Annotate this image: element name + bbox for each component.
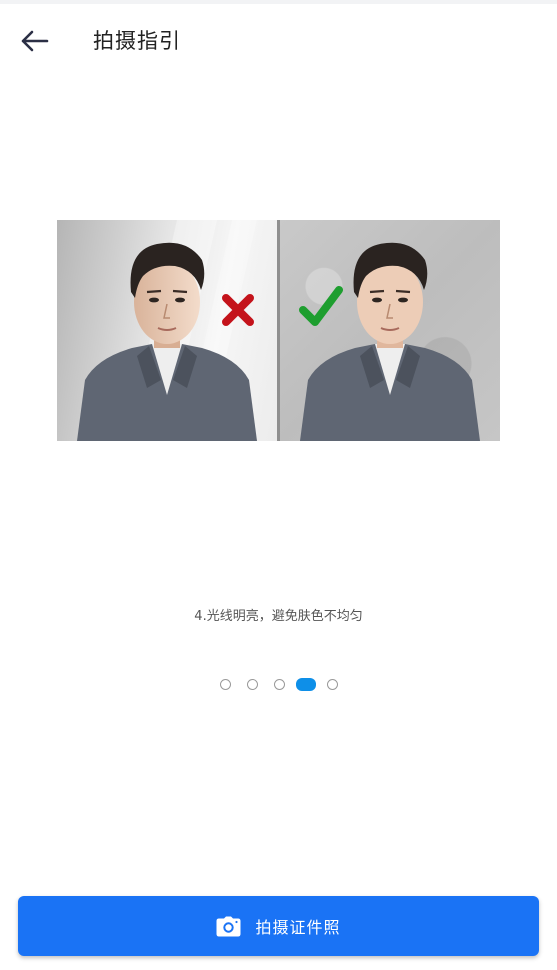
correct-example-photo: [280, 220, 500, 441]
person-illustration: [300, 242, 480, 441]
guide-comparison-image: [57, 220, 500, 441]
take-id-photo-button[interactable]: 拍摄证件照: [18, 896, 539, 956]
arrow-left-icon: [21, 30, 49, 52]
take-id-photo-label: 拍摄证件照: [255, 918, 341, 937]
camera-icon: [216, 916, 241, 936]
wrong-example-photo: [57, 220, 277, 441]
check-icon: [299, 286, 343, 326]
photo-guide-screen: 拍摄指引 4.光线明亮，避免肤色不均匀 拍摄证件照: [0, 0, 557, 970]
cross-icon: [222, 294, 254, 326]
pager-dot-2[interactable]: [247, 679, 258, 690]
pager-dot-1[interactable]: [220, 679, 231, 690]
pager-dots: [0, 676, 557, 696]
guide-caption: 4.光线明亮，避免肤色不均匀: [194, 609, 363, 624]
back-button[interactable]: [14, 24, 54, 58]
pager-dot-4-active[interactable]: [296, 678, 316, 691]
page-title: 拍摄指引: [93, 29, 181, 53]
pager-dot-3[interactable]: [274, 679, 285, 690]
status-bar: [0, 0, 557, 4]
pager-dot-5[interactable]: [327, 679, 338, 690]
person-illustration: [77, 220, 257, 441]
